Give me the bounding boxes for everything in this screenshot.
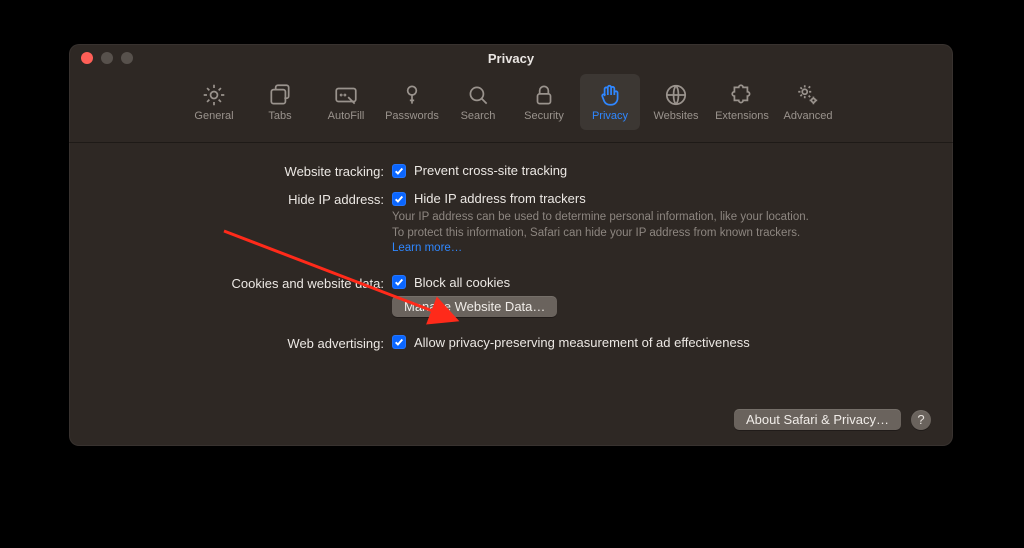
puzzle-icon — [729, 82, 755, 108]
window-controls — [69, 52, 133, 64]
tab-websites[interactable]: Websites — [646, 74, 706, 130]
autofill-icon — [333, 82, 359, 108]
minimize-window-button[interactable] — [101, 52, 113, 64]
help-button[interactable]: ? — [911, 410, 931, 430]
hide-ip-description: Your IP address can be used to determine… — [392, 210, 822, 257]
globe-icon — [663, 82, 689, 108]
tab-label: Privacy — [592, 110, 628, 122]
tab-label: Extensions — [715, 110, 769, 122]
privacy-pane: Website tracking: Prevent cross-site tra… — [69, 143, 953, 351]
gear-icon — [201, 82, 227, 108]
footer: About Safari & Privacy… ? — [734, 409, 931, 430]
tab-label: AutoFill — [328, 110, 365, 122]
titlebar: Privacy — [69, 44, 953, 72]
preferences-toolbar: General Tabs AutoFill Passwords Search — [69, 72, 953, 143]
key-icon — [399, 82, 425, 108]
tabs-icon — [267, 82, 293, 108]
tab-tabs[interactable]: Tabs — [250, 74, 310, 130]
about-safari-privacy-button[interactable]: About Safari & Privacy… — [734, 409, 901, 430]
tab-label: Security — [524, 110, 564, 122]
tab-label: Advanced — [784, 110, 833, 122]
label-web-advertising: Web advertising: — [109, 335, 392, 351]
checkbox-ad-measurement[interactable] — [392, 335, 406, 349]
checkbox-label: Prevent cross-site tracking — [414, 163, 567, 178]
learn-more-link[interactable]: Learn more… — [392, 242, 462, 254]
tab-label: Websites — [653, 110, 698, 122]
row-cookies: Cookies and website data: Block all cook… — [109, 275, 913, 317]
label-cookies: Cookies and website data: — [109, 275, 392, 291]
tab-extensions[interactable]: Extensions — [712, 74, 772, 130]
checkbox-prevent-cross-site[interactable] — [392, 164, 406, 178]
tab-security[interactable]: Security — [514, 74, 574, 130]
tab-label: Passwords — [385, 110, 439, 122]
tab-general[interactable]: General — [184, 74, 244, 130]
close-window-button[interactable] — [81, 52, 93, 64]
checkbox-hide-ip[interactable] — [392, 192, 406, 206]
tab-search[interactable]: Search — [448, 74, 508, 130]
manage-website-data-button[interactable]: Manage Website Data… — [392, 296, 557, 317]
label-website-tracking: Website tracking: — [109, 163, 392, 179]
tab-advanced[interactable]: Advanced — [778, 74, 838, 130]
tab-label: General — [194, 110, 233, 122]
checkbox-block-cookies[interactable] — [392, 275, 406, 289]
tab-label: Tabs — [268, 110, 291, 122]
lock-icon — [531, 82, 557, 108]
row-web-advertising: Web advertising: Allow privacy-preservin… — [109, 335, 913, 351]
checkbox-label: Allow privacy-preserving measurement of … — [414, 335, 750, 350]
gears-icon — [795, 82, 821, 108]
window-title: Privacy — [69, 51, 953, 66]
checkbox-label: Block all cookies — [414, 275, 510, 290]
tab-autofill[interactable]: AutoFill — [316, 74, 376, 130]
checkbox-label: Hide IP address from trackers — [414, 191, 586, 206]
row-website-tracking: Website tracking: Prevent cross-site tra… — [109, 163, 913, 179]
label-hide-ip: Hide IP address: — [109, 191, 392, 207]
tab-passwords[interactable]: Passwords — [382, 74, 442, 130]
preferences-window: Privacy General Tabs AutoFill Password — [69, 44, 953, 446]
tab-privacy[interactable]: Privacy — [580, 74, 640, 130]
search-icon — [465, 82, 491, 108]
row-hide-ip: Hide IP address: Hide IP address from tr… — [109, 191, 913, 257]
hand-icon — [597, 82, 623, 108]
tab-label: Search — [461, 110, 496, 122]
zoom-window-button[interactable] — [121, 52, 133, 64]
